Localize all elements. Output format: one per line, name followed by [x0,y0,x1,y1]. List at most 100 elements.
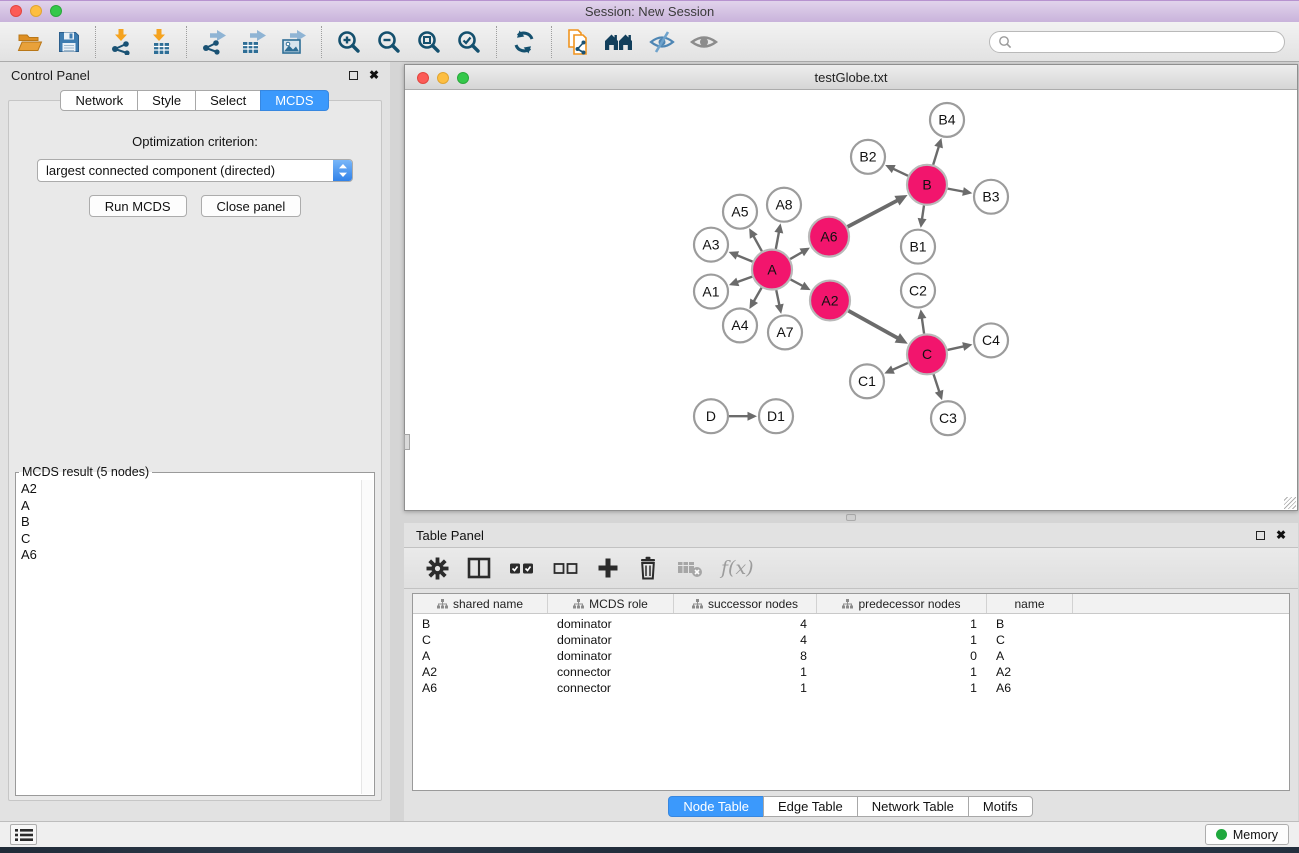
table-row[interactable]: Adominator80A [413,648,1289,664]
tab-select[interactable]: Select [195,90,261,111]
network-edge-A-A4[interactable] [749,288,761,309]
network-node-B2[interactable]: B2 [851,140,885,174]
deselect-all-columns-button[interactable] [553,561,579,576]
network-node-A4[interactable]: A4 [723,308,757,342]
network-edge-A6-B[interactable] [848,195,908,227]
table-row[interactable]: A2connector11A2 [413,664,1289,680]
memory-button[interactable]: Memory [1205,824,1289,845]
network-node-B3[interactable]: B3 [974,180,1008,214]
criterion-select[interactable]: largest connected component (directed) [37,159,353,182]
close-network-button[interactable] [417,72,429,84]
network-edge-D-D1[interactable] [729,412,757,421]
show-all-button[interactable] [683,30,725,54]
tab-node-table[interactable]: Node Table [668,796,764,817]
delete-column-button[interactable] [637,556,659,580]
network-edge-A-A8[interactable] [774,223,783,249]
zoom-network-button[interactable] [457,72,469,84]
network-node-A5[interactable]: A5 [723,195,757,229]
column-header-mcds-role[interactable]: MCDS role [548,594,674,613]
network-edge-A-A3[interactable] [729,251,753,261]
column-header-name[interactable]: name [987,594,1073,613]
table-row[interactable]: Bdominator41B [413,616,1289,632]
import-network-button[interactable] [103,26,141,57]
mcds-result-item[interactable]: A [21,498,359,515]
network-node-C4[interactable]: C4 [974,323,1008,357]
search-input[interactable] [1017,35,1276,49]
network-edge-A-A7[interactable] [775,290,784,314]
open-button[interactable] [10,28,50,56]
network-edge-A-A5[interactable] [749,228,762,251]
horizontal-splitter[interactable] [404,511,1298,523]
network-node-A8[interactable]: A8 [767,188,801,222]
network-edge-A2-C[interactable] [848,311,907,344]
select-all-columns-button[interactable] [509,561,535,576]
tab-mcds[interactable]: MCDS [260,90,328,111]
network-edge-A-A6[interactable] [790,248,810,259]
export-table-button[interactable] [234,27,274,57]
panel-grab-handle[interactable] [404,434,410,450]
network-node-A7[interactable]: A7 [768,315,802,349]
network-node-A3[interactable]: A3 [694,228,728,262]
network-node-C2[interactable]: C2 [901,274,935,308]
column-header-successor-nodes[interactable]: successor nodes [674,594,817,613]
network-edge-B-B3[interactable] [948,187,973,196]
mcds-result-item[interactable]: B [21,514,359,531]
float-panel-icon[interactable] [1256,531,1265,540]
split-columns-button[interactable] [467,557,491,579]
network-node-B4[interactable]: B4 [930,103,964,137]
network-node-C[interactable]: C [907,334,947,374]
network-edge-B-B2[interactable] [885,165,908,176]
network-node-B1[interactable]: B1 [901,230,935,264]
zoom-window-button[interactable] [50,5,62,17]
table-row[interactable]: Cdominator41C [413,632,1289,648]
close-panel-icon[interactable]: ✖ [1276,529,1286,541]
network-node-C1[interactable]: C1 [850,364,884,398]
network-edge-C-C2[interactable] [918,309,927,333]
network-node-D[interactable]: D [694,399,728,433]
splitter-handle[interactable] [846,514,856,521]
export-image-button[interactable] [274,27,314,57]
network-graph[interactable]: AA1A2A3A4A5A6A7A8BB1B2B3B4CC1C2C3C4DD1 [405,90,1297,510]
tab-edge-table[interactable]: Edge Table [763,796,858,817]
network-node-A6[interactable]: A6 [809,217,849,257]
mcds-result-item[interactable]: A2 [21,481,359,498]
minimize-window-button[interactable] [30,5,42,17]
close-panel-button[interactable]: Close panel [201,195,302,217]
mcds-result-item[interactable]: C [21,531,359,548]
zoom-selected-button[interactable] [449,27,489,57]
zoom-in-button[interactable] [329,27,369,57]
resize-grip-icon[interactable] [1284,497,1296,509]
network-canvas[interactable]: AA1A2A3A4A5A6A7A8BB1B2B3B4CC1C2C3C4DD1 [405,90,1297,510]
minimize-network-button[interactable] [437,72,449,84]
close-window-button[interactable] [10,5,22,17]
save-button[interactable] [50,28,88,56]
hide-selected-button[interactable] [641,28,683,56]
zoom-out-button[interactable] [369,27,409,57]
network-edge-C-C4[interactable] [948,342,973,351]
network-edge-A-A2[interactable] [791,279,811,290]
tab-network-table[interactable]: Network Table [857,796,969,817]
run-mcds-button[interactable]: Run MCDS [89,195,187,217]
export-network-button[interactable] [194,27,234,57]
delete-table-button[interactable] [677,558,703,578]
network-node-A2[interactable]: A2 [810,281,850,321]
network-edge-C-C1[interactable] [884,363,908,374]
network-node-A1[interactable]: A1 [694,275,728,309]
clone-network-button[interactable] [559,26,597,58]
network-edge-C-C3[interactable] [934,374,944,400]
function-builder-button[interactable]: f(x) [721,557,754,579]
mcds-result-list[interactable]: A2ABCA6 [17,480,373,794]
tab-style[interactable]: Style [137,90,196,111]
reset-view-button[interactable] [597,29,641,55]
mcds-result-item[interactable]: A6 [21,547,359,564]
float-panel-icon[interactable] [349,71,358,80]
scrollbar-track[interactable] [361,480,373,794]
close-panel-icon[interactable]: ✖ [369,69,379,81]
refresh-button[interactable] [504,27,544,57]
add-column-button[interactable] [597,557,619,579]
zoom-fit-button[interactable] [409,27,449,57]
network-node-B[interactable]: B [907,165,947,205]
network-node-C3[interactable]: C3 [931,401,965,435]
network-edge-B-B1[interactable] [918,206,927,228]
import-table-button[interactable] [141,26,179,57]
